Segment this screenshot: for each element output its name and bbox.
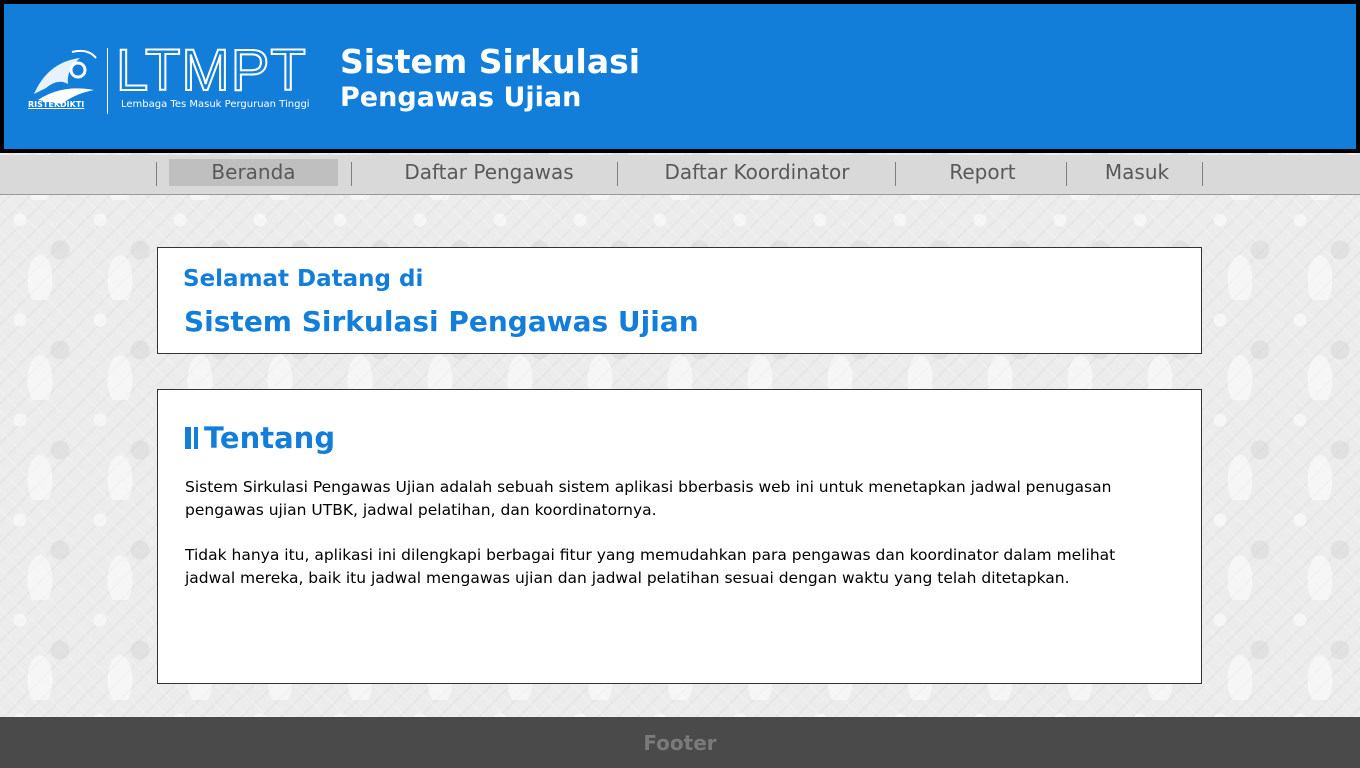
nav-separator [1202,162,1203,186]
nav-separator [617,162,618,186]
about-panel: Tentang Sistem Sirkulasi Pengawas Ujian … [157,389,1202,684]
app-title-line2: Pengawas Ujian [340,82,582,113]
about-heading: Tentang [185,420,335,456]
header-banner: RISTEKDIKTI LTMPT Lembaga Tes Masuk Perg… [0,0,1360,153]
welcome-greeting: Selamat Datang di [183,266,424,292]
main-nav: Beranda Daftar Pengawas Daftar Koordinat… [0,155,1360,195]
nav-separator [1066,162,1067,186]
logo-caption: RISTEKDIKTI [28,100,85,109]
about-paragraph: Sistem Sirkulasi Pengawas Ujian adalah s… [185,478,1112,519]
nav-item-daftar-koordinator[interactable]: Daftar Koordinator [627,159,887,186]
nav-item-masuk[interactable]: Masuk [1075,159,1199,186]
logo-divider [107,48,108,114]
about-title: Tentang [204,421,336,455]
nav-separator [351,162,352,186]
footer: Footer [0,717,1360,768]
nav-item-report[interactable]: Report [905,159,1060,186]
welcome-system-name: Sistem Sirkulasi Pengawas Ujian [184,305,699,338]
welcome-panel: Selamat Datang di Sistem Sirkulasi Penga… [157,247,1202,354]
ltmpt-subtitle: Lembaga Tes Masuk Perguruan Tinggi [121,99,310,110]
about-paragraph: Tidak hanya itu, aplikasi ini dilengkapi… [185,546,1116,587]
app-title-line1: Sistem Sirkulasi [340,42,641,81]
ltmpt-wordmark: LTMPT [115,38,307,103]
nav-item-beranda[interactable]: Beranda [169,159,338,186]
nav-separator [156,162,157,186]
heading-bar-icon [185,427,198,449]
nav-separator [895,162,896,186]
footer-text: Footer [643,731,717,755]
nav-item-daftar-pengawas[interactable]: Daftar Pengawas [362,159,616,186]
